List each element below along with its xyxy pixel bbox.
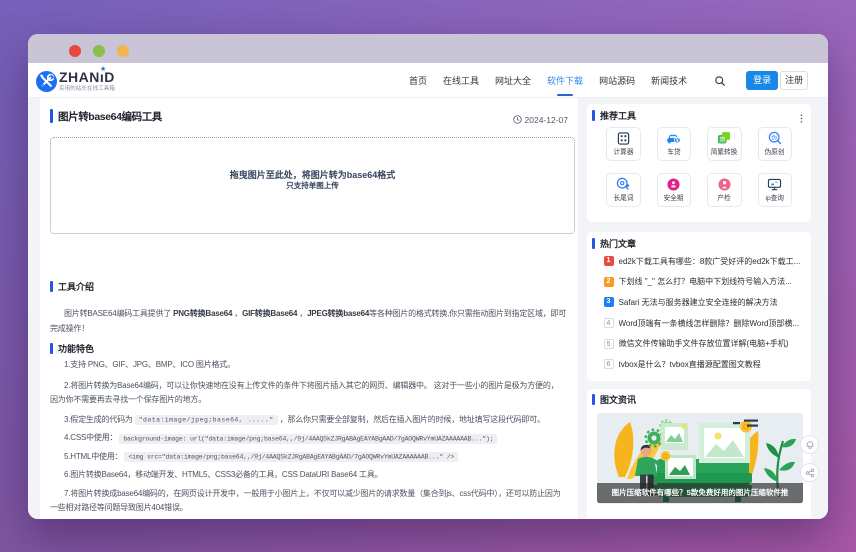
svg-text:简: 简 [719,136,725,144]
svg-text:伪: 伪 [771,133,777,141]
